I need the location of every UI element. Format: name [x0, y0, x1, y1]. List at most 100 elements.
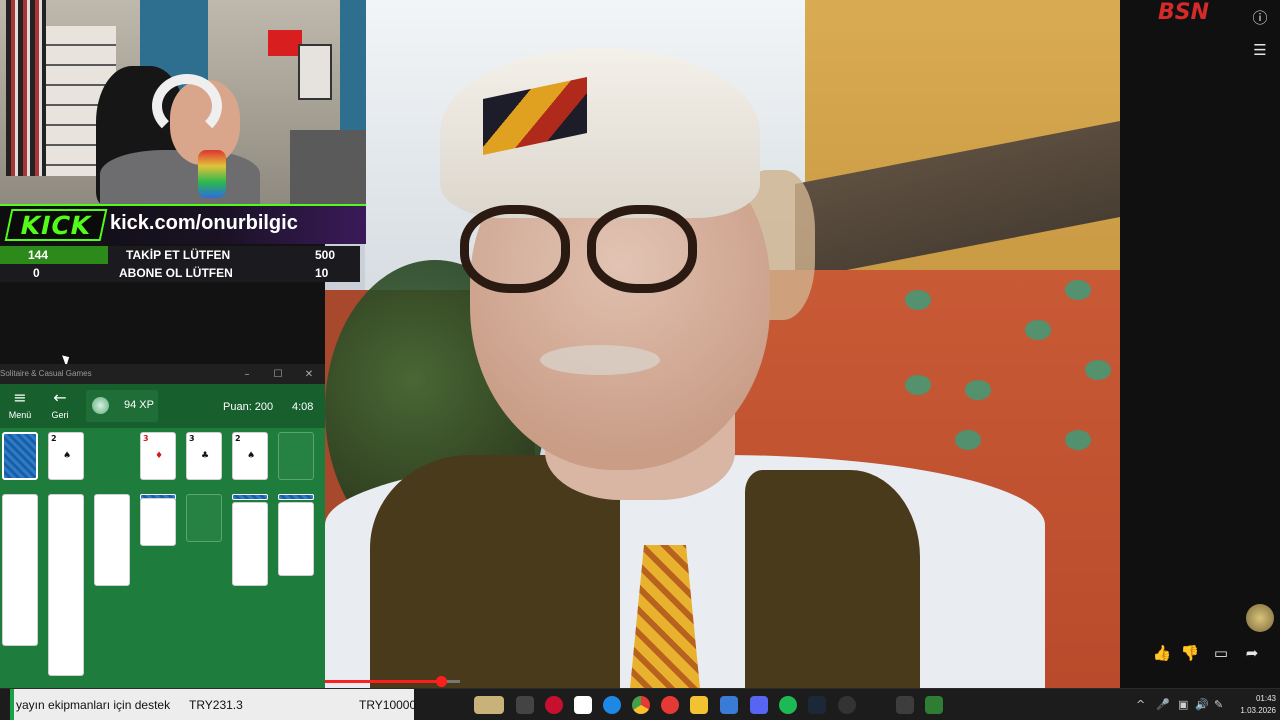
stock-pile[interactable] — [2, 432, 38, 480]
obs-icon[interactable] — [838, 696, 856, 714]
foundation-empty-slot[interactable] — [278, 432, 314, 480]
yandex-icon[interactable] — [574, 696, 592, 714]
back-label: Geri — [51, 410, 69, 420]
tableau-column-1[interactable] — [2, 494, 38, 646]
menu-button[interactable]: ≡ Menü — [0, 384, 40, 428]
close-button[interactable]: ✕ — [299, 366, 319, 382]
card-suit: ♦ — [155, 451, 164, 461]
back-button[interactable]: ← Geri — [40, 384, 80, 428]
video-leaf — [955, 430, 981, 450]
card-suit: ♠ — [63, 451, 72, 461]
video-progress-bar[interactable] — [325, 676, 460, 687]
video-leaf — [1085, 360, 1111, 380]
foundation-card[interactable]: 3 ♦ — [140, 432, 176, 480]
video-person-vest — [745, 470, 920, 688]
playlist-icon[interactable]: ☰ — [1248, 38, 1272, 62]
score: Puan: 200 — [223, 401, 274, 413]
webcam-microphone — [198, 150, 226, 198]
donation-goal: TRY10000 — [359, 698, 417, 712]
video-leaf — [965, 380, 991, 400]
store-icon[interactable] — [720, 696, 738, 714]
webcam-poster — [298, 44, 332, 100]
kick-banner: KICK kick.com/onurbilgic — [0, 204, 366, 244]
mic-icon[interactable]: 🎤 — [1156, 698, 1170, 711]
card-rank: 3 — [143, 434, 149, 443]
opera-gx-icon[interactable] — [545, 696, 563, 714]
video-leaf — [905, 290, 931, 310]
xp-value: 94 XP — [124, 399, 154, 411]
like-icon[interactable]: 👍 — [1150, 641, 1174, 665]
window-title: Solitaire & Casual Games — [0, 369, 92, 378]
task-view-icon[interactable] — [516, 696, 534, 714]
solitaire-titlebar[interactable]: Solitaire & Casual Games – ☐ ✕ — [0, 364, 325, 384]
follow-goal-label: TAKİP ET LÜTFEN — [126, 248, 231, 262]
tableau-empty-slot[interactable] — [186, 494, 222, 542]
card-rank: 3 — [189, 434, 195, 443]
back-arrow-icon: ← — [53, 388, 67, 407]
foundation-card[interactable]: 3 ♣ — [186, 432, 222, 480]
system-clock[interactable]: 01:43 1.03.2026 — [1232, 693, 1276, 717]
file-explorer-icon[interactable] — [690, 696, 708, 714]
comment-icon[interactable]: ▭ — [1209, 641, 1233, 665]
sheets-icon[interactable] — [925, 696, 943, 714]
steam-icon[interactable] — [808, 696, 826, 714]
webcam-overlay — [0, 0, 366, 206]
right-side-panel: BSN ⓘ ☰ 👍 👎 ▭ ➦ — [1120, 0, 1280, 688]
info-icon[interactable]: ⓘ — [1248, 5, 1272, 29]
donation-label: yayın ekipmanları için destek — [16, 698, 171, 712]
discord-icon[interactable] — [750, 696, 768, 714]
kick-app-icon[interactable] — [867, 696, 885, 714]
card-suit: ♣ — [201, 451, 210, 461]
video-leaf — [1065, 430, 1091, 450]
video-progress-fill — [325, 680, 442, 683]
webcam-desk — [290, 130, 366, 206]
share-icon[interactable]: ➦ — [1240, 641, 1264, 665]
clock-time: 01:43 — [1255, 694, 1276, 703]
card-rank: 2 — [51, 434, 57, 443]
tableau-column-7-facedown — [278, 494, 314, 500]
volume-icon[interactable]: 🔊 — [1195, 698, 1209, 711]
solitaire-window[interactable]: Solitaire & Casual Games – ☐ ✕ ≡ Menü ← … — [0, 364, 325, 688]
screen: BSN ⓘ ☰ 👍 👎 ▭ ➦ KICK kick.com/onurbilgic… — [0, 0, 1280, 720]
chrome-icon[interactable] — [632, 696, 650, 714]
kick-logo: KICK — [4, 209, 108, 241]
webcam-streamer-body — [100, 150, 260, 206]
tableau-column-2[interactable] — [48, 494, 84, 676]
video-person-glasses — [587, 205, 697, 293]
solitaire-app-icon[interactable] — [896, 696, 914, 714]
sub-goal-label: ABONE OL LÜTFEN — [119, 266, 233, 280]
opera-icon[interactable] — [661, 696, 679, 714]
weather-widget-icon[interactable] — [474, 696, 504, 714]
menu-label: Menü — [8, 410, 32, 420]
tableau-column-7[interactable] — [278, 502, 314, 576]
minimize-button[interactable]: – — [237, 366, 257, 382]
brand-logo: BSN — [1158, 0, 1210, 25]
waste-card[interactable]: 2 ♠ — [48, 432, 84, 480]
edge-icon[interactable] — [603, 696, 621, 714]
tableau-column-4[interactable] — [140, 498, 176, 546]
tableau-column-6-facedown — [232, 494, 268, 500]
dislike-icon[interactable]: 👎 — [1178, 641, 1202, 665]
taskbar: yayın ekipmanları için destek TRY231.3 T… — [0, 688, 1280, 720]
webcam-flag — [268, 30, 302, 56]
maximize-button[interactable]: ☐ — [268, 366, 288, 382]
video-leaf — [1065, 280, 1091, 300]
follow-goal-current: 144 — [28, 248, 49, 262]
tableau-column-3[interactable] — [94, 494, 130, 586]
foundation-card[interactable]: 2 ♠ — [232, 432, 268, 480]
follow-goal: 144 TAKİP ET LÜTFEN 500 — [0, 246, 360, 264]
xp-badge[interactable]: 94 XP — [86, 390, 158, 422]
video-person-glasses — [460, 205, 570, 293]
sub-goal-target: 10 — [315, 266, 329, 280]
sticker-avatar — [1246, 604, 1274, 632]
game-timer: 4:08 — [292, 401, 314, 413]
pen-icon[interactable]: ✎ — [1214, 698, 1223, 711]
video-player[interactable] — [325, 0, 1120, 688]
tableau-column-6[interactable] — [232, 502, 268, 586]
spotify-icon[interactable] — [779, 696, 797, 714]
menu-icon: ≡ — [13, 388, 27, 407]
follow-goal-target: 500 — [315, 248, 336, 262]
chevron-up-icon[interactable]: ^ — [1136, 698, 1145, 711]
webcam-curtain — [340, 0, 366, 140]
display-icon[interactable]: ▣ — [1178, 698, 1188, 711]
